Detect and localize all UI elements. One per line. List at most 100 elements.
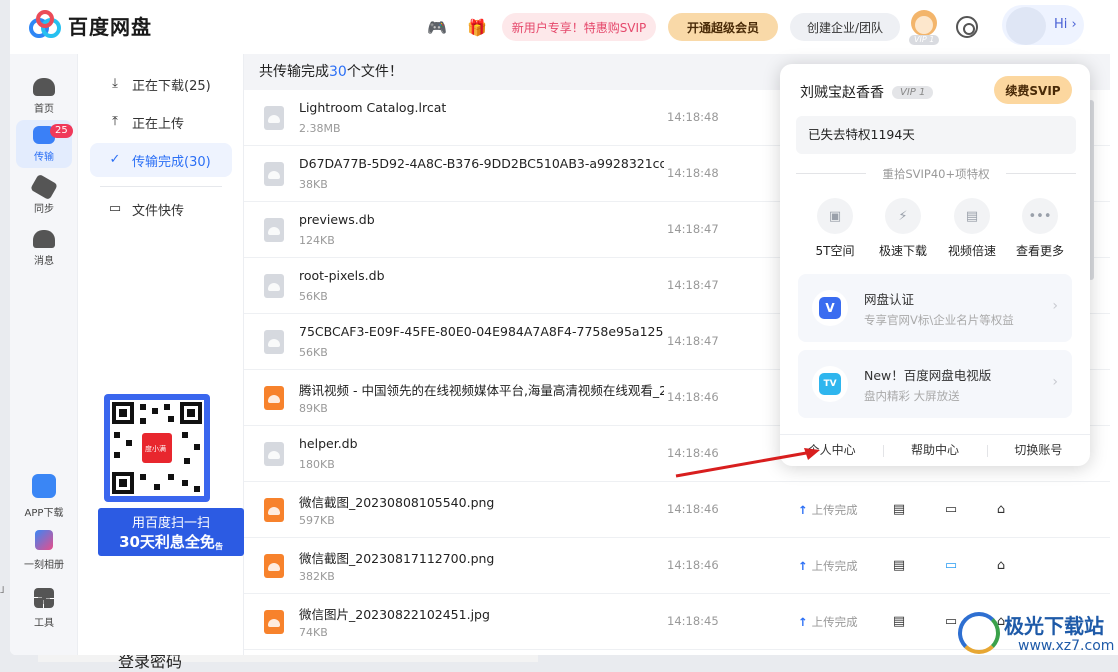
- file-time: 14:18:48: [667, 166, 719, 180]
- file-time: 14:18:45: [667, 614, 719, 628]
- file-time: 14:18:47: [667, 222, 719, 236]
- file-name: helper.db: [299, 436, 358, 451]
- perk-label: 5T空间: [815, 244, 855, 258]
- qr-ad-card[interactable]: 度小满 用百度扫一扫 30天利息全免告: [98, 394, 244, 556]
- file-name: 75CBCAF3-E09F-45FE-80E0-04E984A7A8F4-775…: [299, 324, 664, 339]
- file-size: 38KB: [299, 178, 328, 191]
- lightning-icon: ⚡: [885, 198, 921, 234]
- netdisk-certification-card[interactable]: V 网盘认证 专享官网V标\企业名片等权益 ›: [798, 274, 1072, 342]
- file-row[interactable]: 微信截图_20230817112700.png 382KB 14:18:46 ↑ 上传完…: [244, 538, 1110, 594]
- open-folder-icon[interactable]: ▭: [942, 556, 960, 574]
- nav-sync-label: 同步: [34, 203, 54, 215]
- qr-code: 度小满: [110, 400, 204, 496]
- upload-icon: ⤒: [112, 114, 118, 129]
- file-time: 14:18:46: [667, 558, 719, 572]
- share-icon[interactable]: ⌂: [992, 500, 1010, 518]
- brand-logo[interactable]: 百度网盘: [28, 10, 152, 40]
- file-time: 14:18:46: [667, 502, 719, 516]
- file-size: 74KB: [299, 626, 328, 639]
- perk-5t-space[interactable]: ▣ 5T空间: [800, 198, 870, 259]
- gift-icon[interactable]: 🎁: [466, 16, 488, 38]
- file-time: 14:18:47: [667, 278, 719, 292]
- nav-messages[interactable]: 消息: [16, 224, 72, 272]
- subnav-uploading[interactable]: ⤒ 正在上传: [90, 105, 232, 139]
- subnav-downloading[interactable]: ⤓ 正在下载(25): [90, 67, 232, 101]
- image-file-icon: [264, 386, 284, 410]
- open-svip-button[interactable]: 开通超级会员: [668, 13, 778, 41]
- create-team-button[interactable]: 创建企业/团队: [790, 13, 900, 41]
- perk-label: 视频倍速: [947, 244, 996, 258]
- profile-button[interactable]: Hi ›: [1002, 5, 1084, 45]
- nav-photo-album[interactable]: 一刻相册: [16, 530, 72, 571]
- perk-video-speed[interactable]: ▤ 视频倍速: [937, 198, 1007, 259]
- file-icon: [264, 218, 284, 242]
- upload-arrow-icon: ↑: [798, 559, 808, 573]
- nav-home[interactable]: 首页: [16, 72, 72, 120]
- nav-tools[interactable]: 工具: [16, 588, 72, 629]
- nav-app-download[interactable]: APP下载: [16, 474, 72, 519]
- watermark-title: 极光下载站: [1004, 614, 1104, 638]
- settings-gear-icon[interactable]: [956, 16, 978, 38]
- watermark-url: www.xz7.com: [1018, 638, 1115, 654]
- regain-privileges-label: 重拾SVIP40+项特权: [796, 166, 1076, 182]
- file-name: D67DA77B-5D92-4A8C-B376-9DD2BC510AB3-a99…: [299, 156, 664, 171]
- app-download-label: APP下载: [24, 508, 64, 519]
- file-row[interactable]: 微信截图_20230808105540.png 597KB 14:18:46 ↑ 上传完…: [244, 482, 1110, 538]
- tools-grid-icon: [34, 588, 54, 608]
- file-size: 56KB: [299, 346, 328, 359]
- tv-version-card[interactable]: TV New！百度网盘电视版 盘内精彩 大屏放送 ›: [798, 350, 1072, 418]
- background-edge: 」: [0, 584, 10, 595]
- game-icon[interactable]: 🎮: [426, 16, 448, 38]
- summary-prefix: 共传输完成: [259, 64, 329, 80]
- nav-transfer-label: 传输: [34, 151, 54, 163]
- status-label: 上传完成: [811, 615, 858, 629]
- file-name: Lightroom Catalog.lrcat: [299, 100, 447, 115]
- download-icon: ⤓: [112, 76, 118, 91]
- nav-messages-label: 消息: [34, 255, 54, 267]
- cloud-logo-icon: [29, 10, 61, 38]
- file-details-icon[interactable]: ▤: [890, 612, 908, 630]
- vip-badge: VIP 1: [914, 35, 935, 44]
- popup-header: 刘贼宝赵香香 VIP 1: [800, 82, 934, 102]
- renew-svip-button[interactable]: 续费SVIP: [994, 76, 1072, 104]
- file-details-icon[interactable]: ▤: [890, 500, 908, 518]
- file-size: 89KB: [299, 402, 328, 415]
- help-center-link[interactable]: 帮助中心: [883, 435, 986, 466]
- subnav-downloading-label: 正在下载(25): [132, 78, 211, 94]
- photo-album-label: 一刻相册: [24, 560, 64, 571]
- subnav-completed[interactable]: ✓ 传输完成(30): [90, 143, 232, 177]
- file-name: 微信截图_20230817112700.png: [299, 551, 495, 566]
- top-bar: 百度网盘 🎮 🎁 新用户专享！特惠购SVIP 开通超级会员 创建企业/团队 VI…: [10, 0, 1110, 54]
- baidu-netdisk-window: 百度网盘 🎮 🎁 新用户专享！特惠购SVIP 开通超级会员 创建企业/团队 VI…: [10, 0, 1118, 655]
- file-icon: [264, 106, 284, 130]
- subnav-quick-transfer-label: 文件快传: [132, 203, 185, 219]
- popup-vip-tag: VIP 1: [892, 85, 934, 99]
- qr-center-text: 度小满: [145, 445, 166, 453]
- switch-account-link[interactable]: 切换账号: [986, 435, 1090, 466]
- vip-avatar[interactable]: VIP 1: [906, 8, 942, 46]
- tv-icon: TV: [812, 366, 848, 402]
- file-icon: [264, 162, 284, 186]
- nav-sync[interactable]: 同步: [16, 172, 72, 220]
- share-icon[interactable]: ⌂: [992, 556, 1010, 574]
- file-size: 180KB: [299, 458, 335, 471]
- image-file-icon: [264, 498, 284, 522]
- popup-footer: 个人中心 帮助中心 切换账号: [780, 434, 1090, 466]
- qr-line1: 用百度扫一扫: [131, 516, 210, 531]
- astronaut-avatar-icon: [1006, 7, 1046, 45]
- file-size: 382KB: [299, 570, 335, 583]
- check-circle-icon: ✓: [109, 152, 121, 167]
- perk-fast-download[interactable]: ⚡ 极速下载: [868, 198, 938, 259]
- subnav-quick-transfer[interactable]: ▭ 文件快传: [90, 192, 232, 226]
- cube-icon: ▣: [817, 198, 853, 234]
- file-details-icon[interactable]: ▤: [890, 556, 908, 574]
- open-folder-icon[interactable]: ▭: [942, 500, 960, 518]
- nav-transfer[interactable]: 传输 25: [16, 120, 73, 168]
- background-window: [38, 655, 538, 662]
- ad-tag: 告: [214, 542, 223, 551]
- subnav-uploading-label: 正在上传: [132, 116, 185, 132]
- perk-see-more[interactable]: ••• 查看更多: [1005, 198, 1075, 259]
- promo-button[interactable]: 新用户专享！特惠购SVIP: [502, 13, 656, 41]
- card-title: New！百度网盘电视版: [864, 368, 992, 383]
- watermark: 极光下载站 www.xz7.com: [958, 608, 1118, 662]
